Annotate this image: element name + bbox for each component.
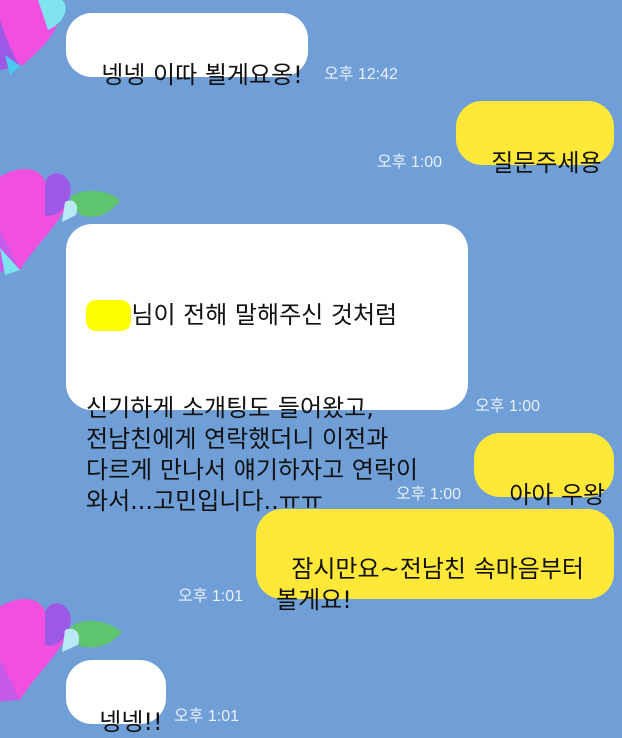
masked-name: ■■ — [86, 300, 132, 331]
message-bubble[interactable]: ■■님이 전해 말해주신 것처럼 신기하게 소개팅도 들어왔고, 전남친에게 연… — [66, 224, 468, 515]
message-time: 오후 1:00 — [396, 486, 462, 503]
message-text: 넹넹 이따 뵐게요옹! — [101, 61, 303, 89]
message-time: 오후 12:42 — [324, 66, 398, 83]
message-text: 잠시만요~전남친 속마음부터 볼게요! — [276, 555, 584, 614]
message-bubble[interactable]: 아아 우왕 — [474, 433, 614, 509]
message-text: 님이 전해 말해주신 것처럼 — [131, 301, 398, 329]
message-line: ■■님이 전해 말해주신 것처럼 — [86, 300, 468, 331]
message-time: 오후 1:00 — [475, 398, 541, 415]
heart-avatar-icon — [0, 0, 66, 75]
message-time: 오후 1:01 — [178, 588, 244, 605]
message-text: 넹넹!! — [99, 708, 163, 736]
message-text: 질문주세용 — [491, 149, 602, 177]
message-bubble[interactable]: 넹넹!! — [66, 660, 166, 736]
message-time: 오후 1:00 — [377, 154, 443, 171]
message-bubble[interactable]: 잠시만요~전남친 속마음부터 볼게요! — [256, 509, 614, 614]
avatar[interactable] — [0, 0, 70, 80]
message-bubble[interactable]: 넹넹 이따 뵐게요옹! — [66, 13, 308, 89]
message-time: 오후 1:01 — [174, 708, 240, 725]
message-text: 아아 우왕 — [509, 481, 606, 509]
message-bubble[interactable]: 질문주세용 — [456, 101, 614, 177]
